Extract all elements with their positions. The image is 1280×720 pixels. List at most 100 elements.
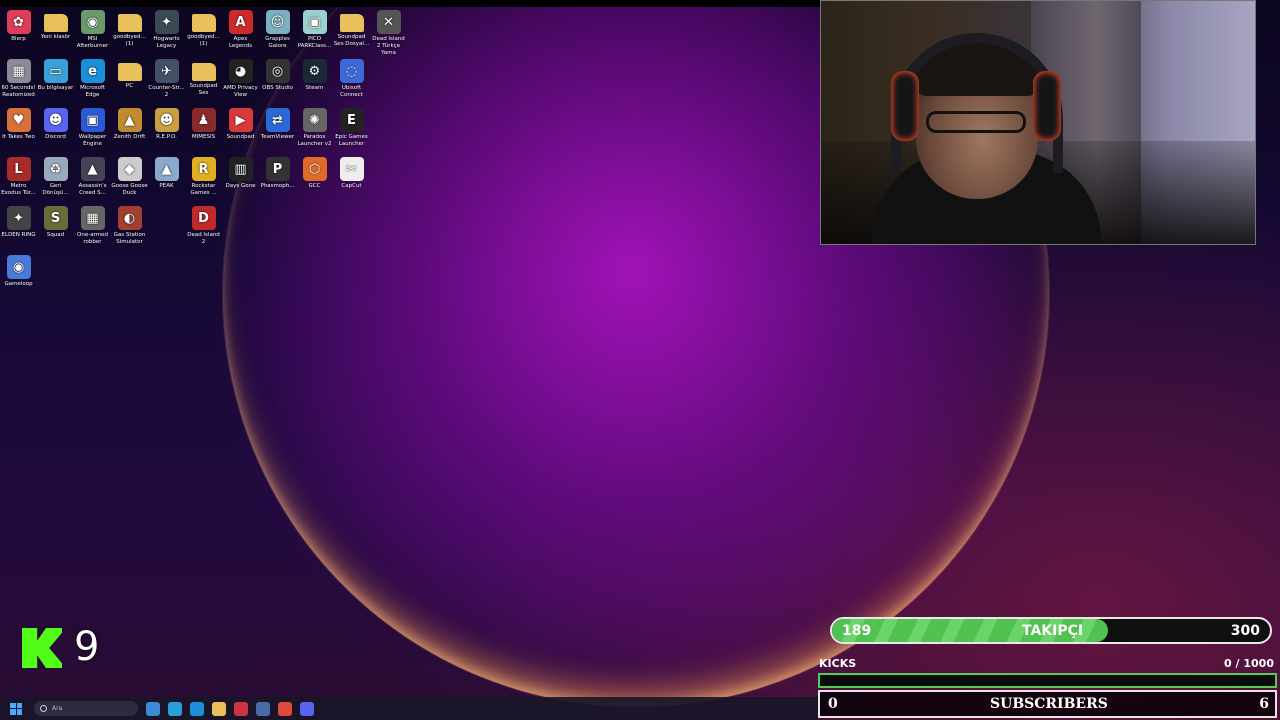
- desktop-icon-label: ELDEN RING: [1, 232, 36, 238]
- desktop-icon[interactable]: ◐ Gas Station Simulator: [111, 206, 148, 246]
- app-icon: ☻: [43, 108, 68, 132]
- desktop-icon[interactable]: Soundpad Ses Dosyal...: [333, 10, 370, 48]
- desktop-icon[interactable]: ▣ Wallpaper Engine: [74, 108, 111, 148]
- desktop-icon-label: Goose Goose Duck: [111, 183, 148, 196]
- taskbar-app-icon[interactable]: [212, 701, 226, 716]
- app-icon: [43, 14, 68, 32]
- app-icon: L: [6, 157, 31, 181]
- follower-label: TAKIPÇI: [1022, 623, 1084, 639]
- desktop-icon[interactable]: ▶ Soundpad: [222, 108, 259, 141]
- taskbar-app-icon[interactable]: [256, 701, 270, 716]
- app-icon: ◆: [117, 157, 142, 181]
- app-icon: [191, 14, 216, 32]
- desktop-icon-label: Paradox Launcher v2: [297, 134, 332, 147]
- desktop-icon[interactable]: ⚙ Steam: [296, 59, 333, 92]
- taskbar-app-icon[interactable]: [190, 701, 204, 716]
- desktop-icon-label: AMD Privacy View: [223, 85, 258, 98]
- kicks-progress-bar: [818, 673, 1277, 688]
- desktop-icon[interactable]: R Rockstar Games ...: [185, 157, 222, 197]
- taskbar-app-icon[interactable]: [234, 701, 248, 716]
- desktop-icon[interactable]: ✿ Blerp: [0, 10, 37, 43]
- app-icon: ✂: [339, 157, 364, 181]
- desktop-icon[interactable]: Soundpad Ses: [185, 59, 222, 97]
- desktop-icon[interactable]: A Apex Legends: [222, 10, 259, 50]
- desktop-icon[interactable]: ▲ PEAK: [148, 157, 185, 190]
- desktop-icon[interactable]: ▲ Assassin's Creed S...: [74, 157, 111, 197]
- taskbar-app-icon[interactable]: [168, 701, 182, 716]
- desktop-icon-label: Dead Island 2: [187, 232, 220, 245]
- desktop-icon[interactable]: ▦ One-armed robber: [74, 206, 111, 246]
- desktop-icon[interactable]: ◎ OBS Studio: [259, 59, 296, 92]
- desktop-icon-label: Apex Legends: [228, 36, 253, 49]
- desktop-icon-label: Counter-Str... 2: [148, 85, 185, 98]
- app-icon: ♻: [43, 157, 68, 181]
- taskbar-app-icon[interactable]: [300, 701, 314, 716]
- desktop-icon[interactable]: goodbyed... (1): [185, 10, 222, 48]
- taskbar-app-icon[interactable]: [146, 701, 160, 716]
- desktop-icon[interactable]: PC: [111, 59, 148, 90]
- desktop-icon[interactable]: L Metro Exodus Tür...: [0, 157, 37, 197]
- desktop-icon[interactable]: ▣ PICO PARKClass...: [296, 10, 333, 50]
- desktop-icon[interactable]: ◉ MSI Afterburner: [74, 10, 111, 50]
- desktop-icon-label: Soundpad Ses Dosyal...: [333, 34, 370, 47]
- desktop-icon[interactable]: goodbyed... (1): [111, 10, 148, 48]
- desktop-icon-label: Discord: [45, 134, 66, 140]
- kick-count: 9: [74, 624, 100, 670]
- app-icon: ▣: [80, 108, 105, 132]
- desktop-icon[interactable]: ✦ ELDEN RING: [0, 206, 37, 239]
- desktop-icon-label: Microsoft Edge: [79, 85, 106, 98]
- app-icon: R: [191, 157, 216, 181]
- desktop-icon[interactable]: ☻ R.E.P.O.: [148, 108, 185, 141]
- desktop-icon[interactable]: ☻ Discord: [37, 108, 74, 141]
- app-icon: ◉: [80, 10, 105, 34]
- desktop-icon-label: PEAK: [159, 183, 174, 189]
- desktop-icon-label: One-armed robber: [77, 232, 108, 245]
- desktop-icon-label: It Takes Two: [2, 134, 35, 140]
- desktop-icon[interactable]: ✕ Dead Island 2 Türkçe Yama: [370, 10, 407, 57]
- desktop-icon[interactable]: ▦ 60 Seconds! Reatomized: [0, 59, 37, 99]
- taskbar-app-icon[interactable]: [278, 701, 292, 716]
- desktop-icon[interactable]: ♥ It Takes Two: [0, 108, 37, 141]
- desktop-icon[interactable]: ☺ Grapples Galore: [259, 10, 296, 50]
- taskbar: Ara: [0, 697, 818, 720]
- app-icon: ⬡: [302, 157, 327, 181]
- desktop-icon[interactable]: ▲ Zenith Drift: [111, 108, 148, 141]
- webcam-feed: [820, 0, 1256, 245]
- desktop-icon[interactable]: ◉ Gameloop: [0, 255, 37, 288]
- start-button[interactable]: [10, 702, 22, 715]
- desktop-icon[interactable]: ♟ MIMESIS: [185, 108, 222, 141]
- app-icon: ♥: [6, 108, 31, 132]
- desktop-icon-label: Ubisoft Connect: [340, 85, 363, 98]
- desktop-icon[interactable]: Yeni klasör: [37, 10, 74, 41]
- desktop-icon[interactable]: ◕ AMD Privacy View: [222, 59, 259, 99]
- desktop-icon-label: PICO PARKClass...: [297, 36, 332, 49]
- desktop-icon[interactable]: P Phasmoph...: [259, 157, 296, 190]
- desktop-icon-label: Blerp: [11, 36, 26, 42]
- desktop-icon-label: Squad: [46, 232, 65, 238]
- desktop-icon[interactable]: S Squad: [37, 206, 74, 239]
- desktop-icon[interactable]: ▭ Bu bilgisayar: [37, 59, 74, 92]
- desktop-icon[interactable]: ◆ Goose Goose Duck: [111, 157, 148, 197]
- subscriber-current: 0: [828, 696, 838, 712]
- desktop-icon[interactable]: ⇄ TeamViewer: [259, 108, 296, 141]
- app-icon: ▦: [80, 206, 105, 230]
- desktop-icon[interactable]: ▥ Days Gone: [222, 157, 259, 190]
- desktop-icon[interactable]: ✈ Counter-Str... 2: [148, 59, 185, 99]
- desktop-icon[interactable]: ◌ Ubisoft Connect: [333, 59, 370, 99]
- app-icon: ▥: [228, 157, 253, 181]
- desktop-icon[interactable]: ✺ Paradox Launcher v2: [296, 108, 333, 148]
- desktop-icon[interactable]: D Dead Island 2: [185, 206, 222, 246]
- desktop-icon[interactable]: ✂ CapCut: [333, 157, 370, 190]
- desktop-icon[interactable]: ✦ Hogwarts Legacy: [148, 10, 185, 50]
- app-icon: ◐: [117, 206, 142, 230]
- desktop-icon-label: Assassin's Creed S...: [78, 183, 107, 196]
- desktop-icon[interactable]: e Microsoft Edge: [74, 59, 111, 99]
- app-icon: ▦: [6, 59, 31, 83]
- desktop-icon[interactable]: E Epic Games Launcher: [333, 108, 370, 148]
- desktop-icon[interactable]: ⬡ GCC: [296, 157, 333, 190]
- desktop-icon[interactable]: ♻ Geri Dönüşü...: [37, 157, 74, 197]
- desktop-icon-label: Gas Station Simulator: [113, 232, 146, 245]
- app-icon: ▲: [154, 157, 179, 181]
- taskbar-search[interactable]: Ara: [34, 701, 138, 716]
- app-icon: ✦: [154, 10, 179, 34]
